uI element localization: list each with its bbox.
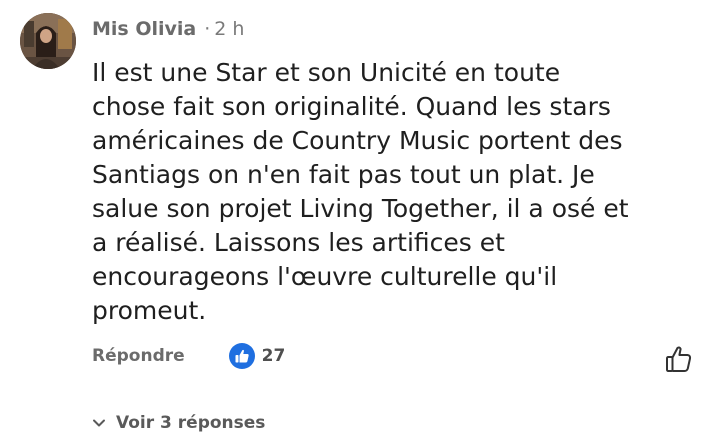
comment-header: Mis Olivia · 2 h xyxy=(92,15,244,43)
chevron-down-icon xyxy=(93,419,105,427)
view-replies-button[interactable]: Voir 3 réponses xyxy=(92,410,265,436)
reaction-summary[interactable]: 27 xyxy=(228,343,286,369)
header-separator: · xyxy=(204,18,211,40)
comment-actions: Répondre 27 xyxy=(92,340,285,372)
comment-body-line: chose fait son originalité. Quand les st… xyxy=(92,92,611,121)
comment-body-line: américaines de Country Music portent des xyxy=(92,126,623,155)
comment-body-line: promeut. xyxy=(92,296,207,325)
timestamp: 2 h xyxy=(214,18,245,40)
thumbs-up-icon xyxy=(228,343,255,369)
avatar-photo-icon xyxy=(20,13,76,69)
comment-card: Mis Olivia · 2 h Il est une Star et son … xyxy=(0,0,720,436)
comment-body: Il est une Star et son Unicité en toute … xyxy=(92,56,712,328)
comment-body-line: encourageons l'œuvre culturelle qu'il xyxy=(92,262,558,291)
comment-body-line: salue son projet Living Together, il a o… xyxy=(92,194,629,223)
comment-body-line: a réalisé. Laissons les artifices et xyxy=(92,228,505,257)
reply-button[interactable]: Répondre xyxy=(92,346,185,366)
comment-body-line: Il est une Star et son Unicité en toute xyxy=(92,58,561,87)
comment-body-line: Santiags on n'en fait pas tout un plat. … xyxy=(92,160,595,189)
like-count: 27 xyxy=(261,346,286,366)
view-replies-label: Voir 3 réponses xyxy=(116,413,266,433)
thumbs-up-outline-icon xyxy=(666,346,692,372)
like-button[interactable] xyxy=(664,344,694,374)
author-name[interactable]: Mis Olivia xyxy=(92,18,196,40)
avatar[interactable] xyxy=(20,13,76,69)
